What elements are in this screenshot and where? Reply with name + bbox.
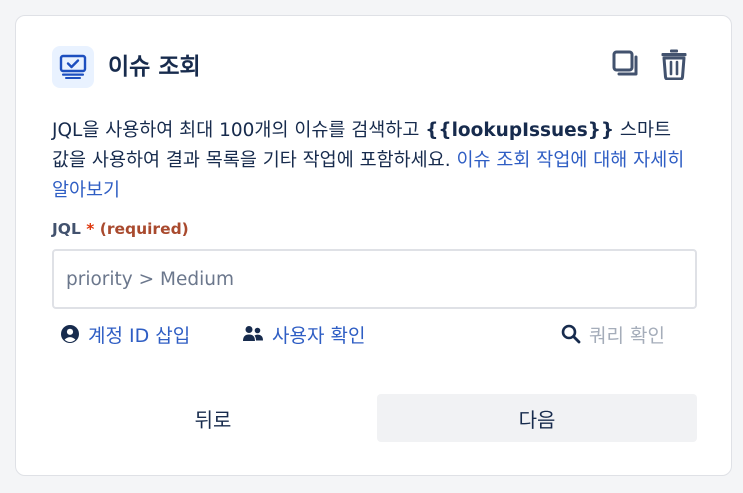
user-lookup-label: 사용자 확인 [272,324,366,347]
jql-label-text: JQL [52,220,81,238]
required-text: (required) [99,220,189,238]
page-title: 이슈 조회 [108,54,201,80]
users-icon [242,324,264,344]
validate-query-label: 쿼리 확인 [589,324,665,347]
delete-button[interactable] [656,48,692,84]
lookup-issues-card: 이슈 조회 JQL을 사용하여 최대 100개의 이슈를 검색하고 {{look… [15,15,732,476]
monitor-check-icon [52,46,94,88]
description: JQL을 사용하여 최대 100개의 이슈를 검색하고 {{lookupIssu… [52,116,692,206]
user-lookup-button[interactable]: 사용자 확인 [242,320,365,348]
insert-account-id-label: 계정 ID 삽입 [88,324,191,347]
next-button[interactable]: 다음 [377,394,697,442]
jql-input[interactable] [52,249,697,309]
back-button[interactable]: 뒤로 [52,394,374,442]
insert-account-id-button[interactable]: 계정 ID 삽입 [60,320,190,348]
duplicate-icon [611,49,641,83]
trash-icon [660,48,688,84]
user-circle-icon [60,324,80,344]
description-text: JQL을 사용하여 최대 100개의 이슈를 검색하고 [52,120,426,141]
duplicate-button[interactable] [608,48,644,84]
smart-value: {{lookupIssues}} [425,120,615,141]
search-icon [561,324,581,344]
required-mark: * [86,220,95,238]
validate-query-button[interactable]: 쿼리 확인 [561,320,665,348]
jql-label: JQL * (required) [52,220,189,238]
